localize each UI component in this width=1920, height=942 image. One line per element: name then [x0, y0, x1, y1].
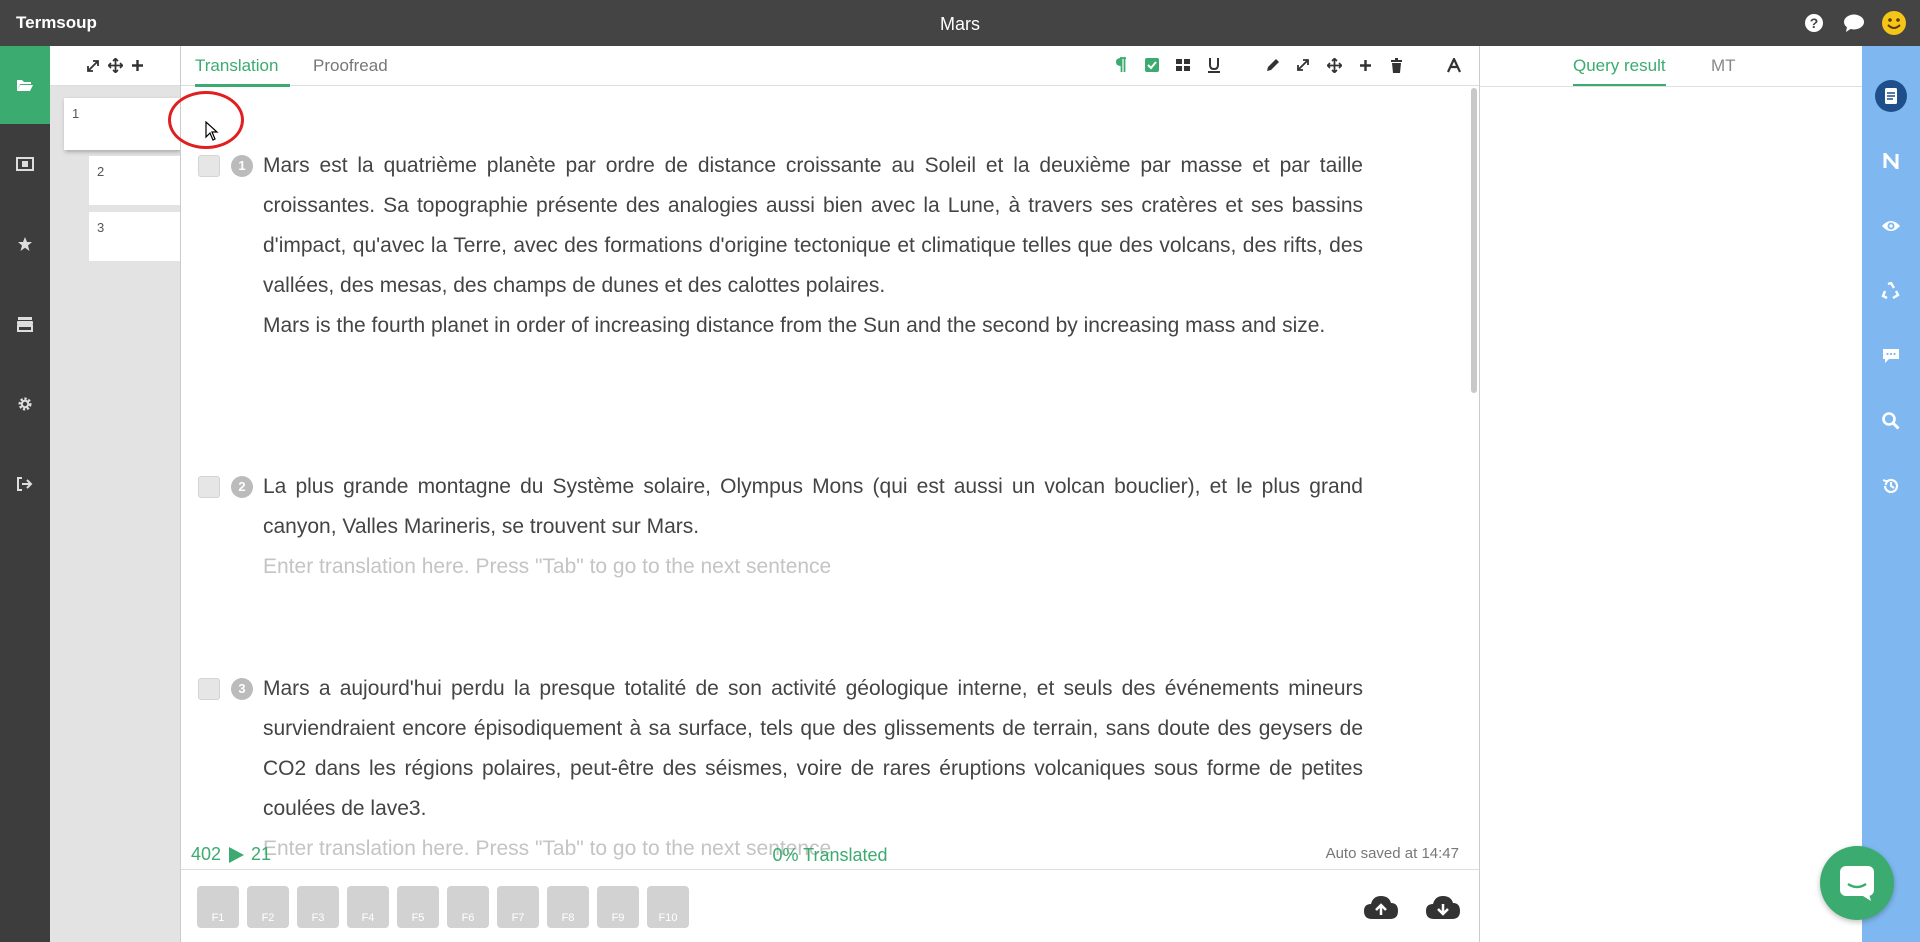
comment-icon[interactable] — [1862, 338, 1920, 374]
status-bar: 402 21 0% Translated Auto saved at 14:47 — [181, 836, 1479, 870]
smiley-icon[interactable] — [1880, 9, 1908, 37]
check-square-icon[interactable] — [1143, 55, 1161, 75]
progress-label: 0% Translated — [772, 845, 888, 865]
segment-source-text: La plus grande montagne du Système solai… — [263, 475, 1363, 538]
document-title: Mars — [940, 14, 980, 34]
star-icon — [18, 237, 32, 251]
top-icons: ? — [1800, 9, 1908, 37]
segment-tools — [50, 46, 180, 86]
nav-favorites[interactable] — [0, 204, 50, 284]
editor: Translation Proofread 1 Mars est la quat… — [180, 46, 1480, 942]
underline-icon[interactable] — [1205, 55, 1223, 75]
segment-source: La plus grande montagne du Système solai… — [263, 467, 1363, 587]
film-icon — [16, 157, 34, 171]
fkey-button[interactable]: F9 — [597, 886, 639, 928]
store-icon — [17, 317, 33, 332]
help-icon[interactable]: ? — [1800, 9, 1828, 37]
plus-icon[interactable] — [131, 59, 144, 72]
segment-checkbox[interactable] — [198, 678, 220, 700]
segment-source[interactable]: Mars est la quatrième planète par ordre … — [263, 146, 1363, 346]
chat-widget-button[interactable] — [1820, 846, 1894, 920]
chat-icon[interactable] — [1840, 9, 1868, 37]
pencil-icon[interactable] — [1263, 55, 1281, 75]
font-icon[interactable] — [1445, 55, 1463, 75]
grid-icon[interactable] — [1174, 55, 1192, 75]
fkey-button[interactable]: F7 — [497, 886, 539, 928]
editor-scrollbar[interactable] — [1471, 88, 1477, 393]
fkey-button[interactable]: F1 — [197, 886, 239, 928]
tab-proofread[interactable]: Proofread — [313, 56, 388, 84]
compress-icon[interactable] — [1294, 55, 1312, 75]
chat-icon — [1840, 866, 1874, 901]
editor-toolbar — [1112, 55, 1463, 75]
segment-translation[interactable]: Mars is the fourth planet in order of in… — [263, 306, 1363, 346]
autosave-status: Auto saved at 14:47 — [1325, 845, 1459, 862]
tab-mt[interactable]: MT — [1711, 56, 1736, 84]
segment-thumbnail[interactable]: 2 — [89, 156, 180, 205]
tab-translation[interactable]: Translation — [195, 56, 291, 87]
nav-files[interactable] — [0, 46, 50, 124]
cloud-upload-icon[interactable] — [1363, 894, 1399, 925]
segment-number: 2 — [231, 476, 253, 498]
folder-open-icon — [17, 80, 33, 91]
search-icon[interactable] — [1862, 403, 1920, 439]
segment-checkbox[interactable] — [198, 476, 220, 498]
tab-query-result[interactable]: Query result — [1573, 56, 1666, 87]
mouse-cursor-icon — [205, 121, 219, 141]
fkey-button[interactable]: F2 — [247, 886, 289, 928]
function-keys: F1 F2 F3 F4 F5 F6 F7 F8 F9 F10 — [197, 886, 689, 928]
sign-out-icon — [17, 477, 33, 491]
move-icon[interactable] — [108, 58, 123, 73]
trash-icon[interactable] — [1387, 55, 1405, 75]
move-icon[interactable] — [1325, 55, 1343, 75]
segment-source-text: Mars a aujourd'hui perdu la presque tota… — [263, 677, 1363, 820]
fkey-button[interactable]: F3 — [297, 886, 339, 928]
left-nav — [0, 46, 50, 942]
nav-media[interactable] — [0, 124, 50, 204]
fkey-button[interactable]: F5 — [397, 886, 439, 928]
right-tool-bar — [1862, 46, 1920, 942]
history-icon[interactable] — [1862, 468, 1920, 504]
plus-icon[interactable] — [1356, 55, 1374, 75]
n-icon[interactable] — [1862, 143, 1920, 179]
segment-checkbox[interactable] — [198, 155, 220, 177]
segment-thumbnail[interactable]: 1 — [64, 98, 180, 150]
eye-icon[interactable] — [1862, 208, 1920, 244]
svg-text:?: ? — [1810, 15, 1819, 31]
nav-settings[interactable] — [0, 364, 50, 444]
nav-sign-out[interactable] — [0, 444, 50, 524]
notes-icon[interactable] — [1862, 78, 1920, 114]
gear-icon — [18, 397, 32, 411]
editor-tabs: Translation Proofread — [181, 46, 1479, 87]
cloud-download-icon[interactable] — [1425, 894, 1461, 925]
segment-thumbnail[interactable]: 3 — [89, 212, 180, 261]
fkey-button[interactable]: F8 — [547, 886, 589, 928]
recycle-icon[interactable] — [1862, 273, 1920, 309]
segment-source-text: Mars est la quatrième planète par ordre … — [263, 154, 1363, 297]
top-bar: Termsoup Mars ? — [0, 0, 1920, 46]
right-panel: Query result MT — [1480, 46, 1862, 942]
paragraph-icon[interactable] — [1112, 55, 1130, 75]
divider — [1480, 86, 1862, 87]
segment-number: 1 — [231, 155, 253, 177]
fkey-button[interactable]: F4 — [347, 886, 389, 928]
fkey-button[interactable]: F10 — [647, 886, 689, 928]
compress-icon[interactable] — [86, 59, 100, 73]
segment-number: 3 — [231, 678, 253, 700]
segment-panel: 1 2 3 — [50, 46, 180, 942]
fkey-button[interactable]: F6 — [447, 886, 489, 928]
nav-store[interactable] — [0, 284, 50, 364]
translation-input[interactable]: Enter translation here. Press "Tab" to g… — [263, 547, 1363, 587]
